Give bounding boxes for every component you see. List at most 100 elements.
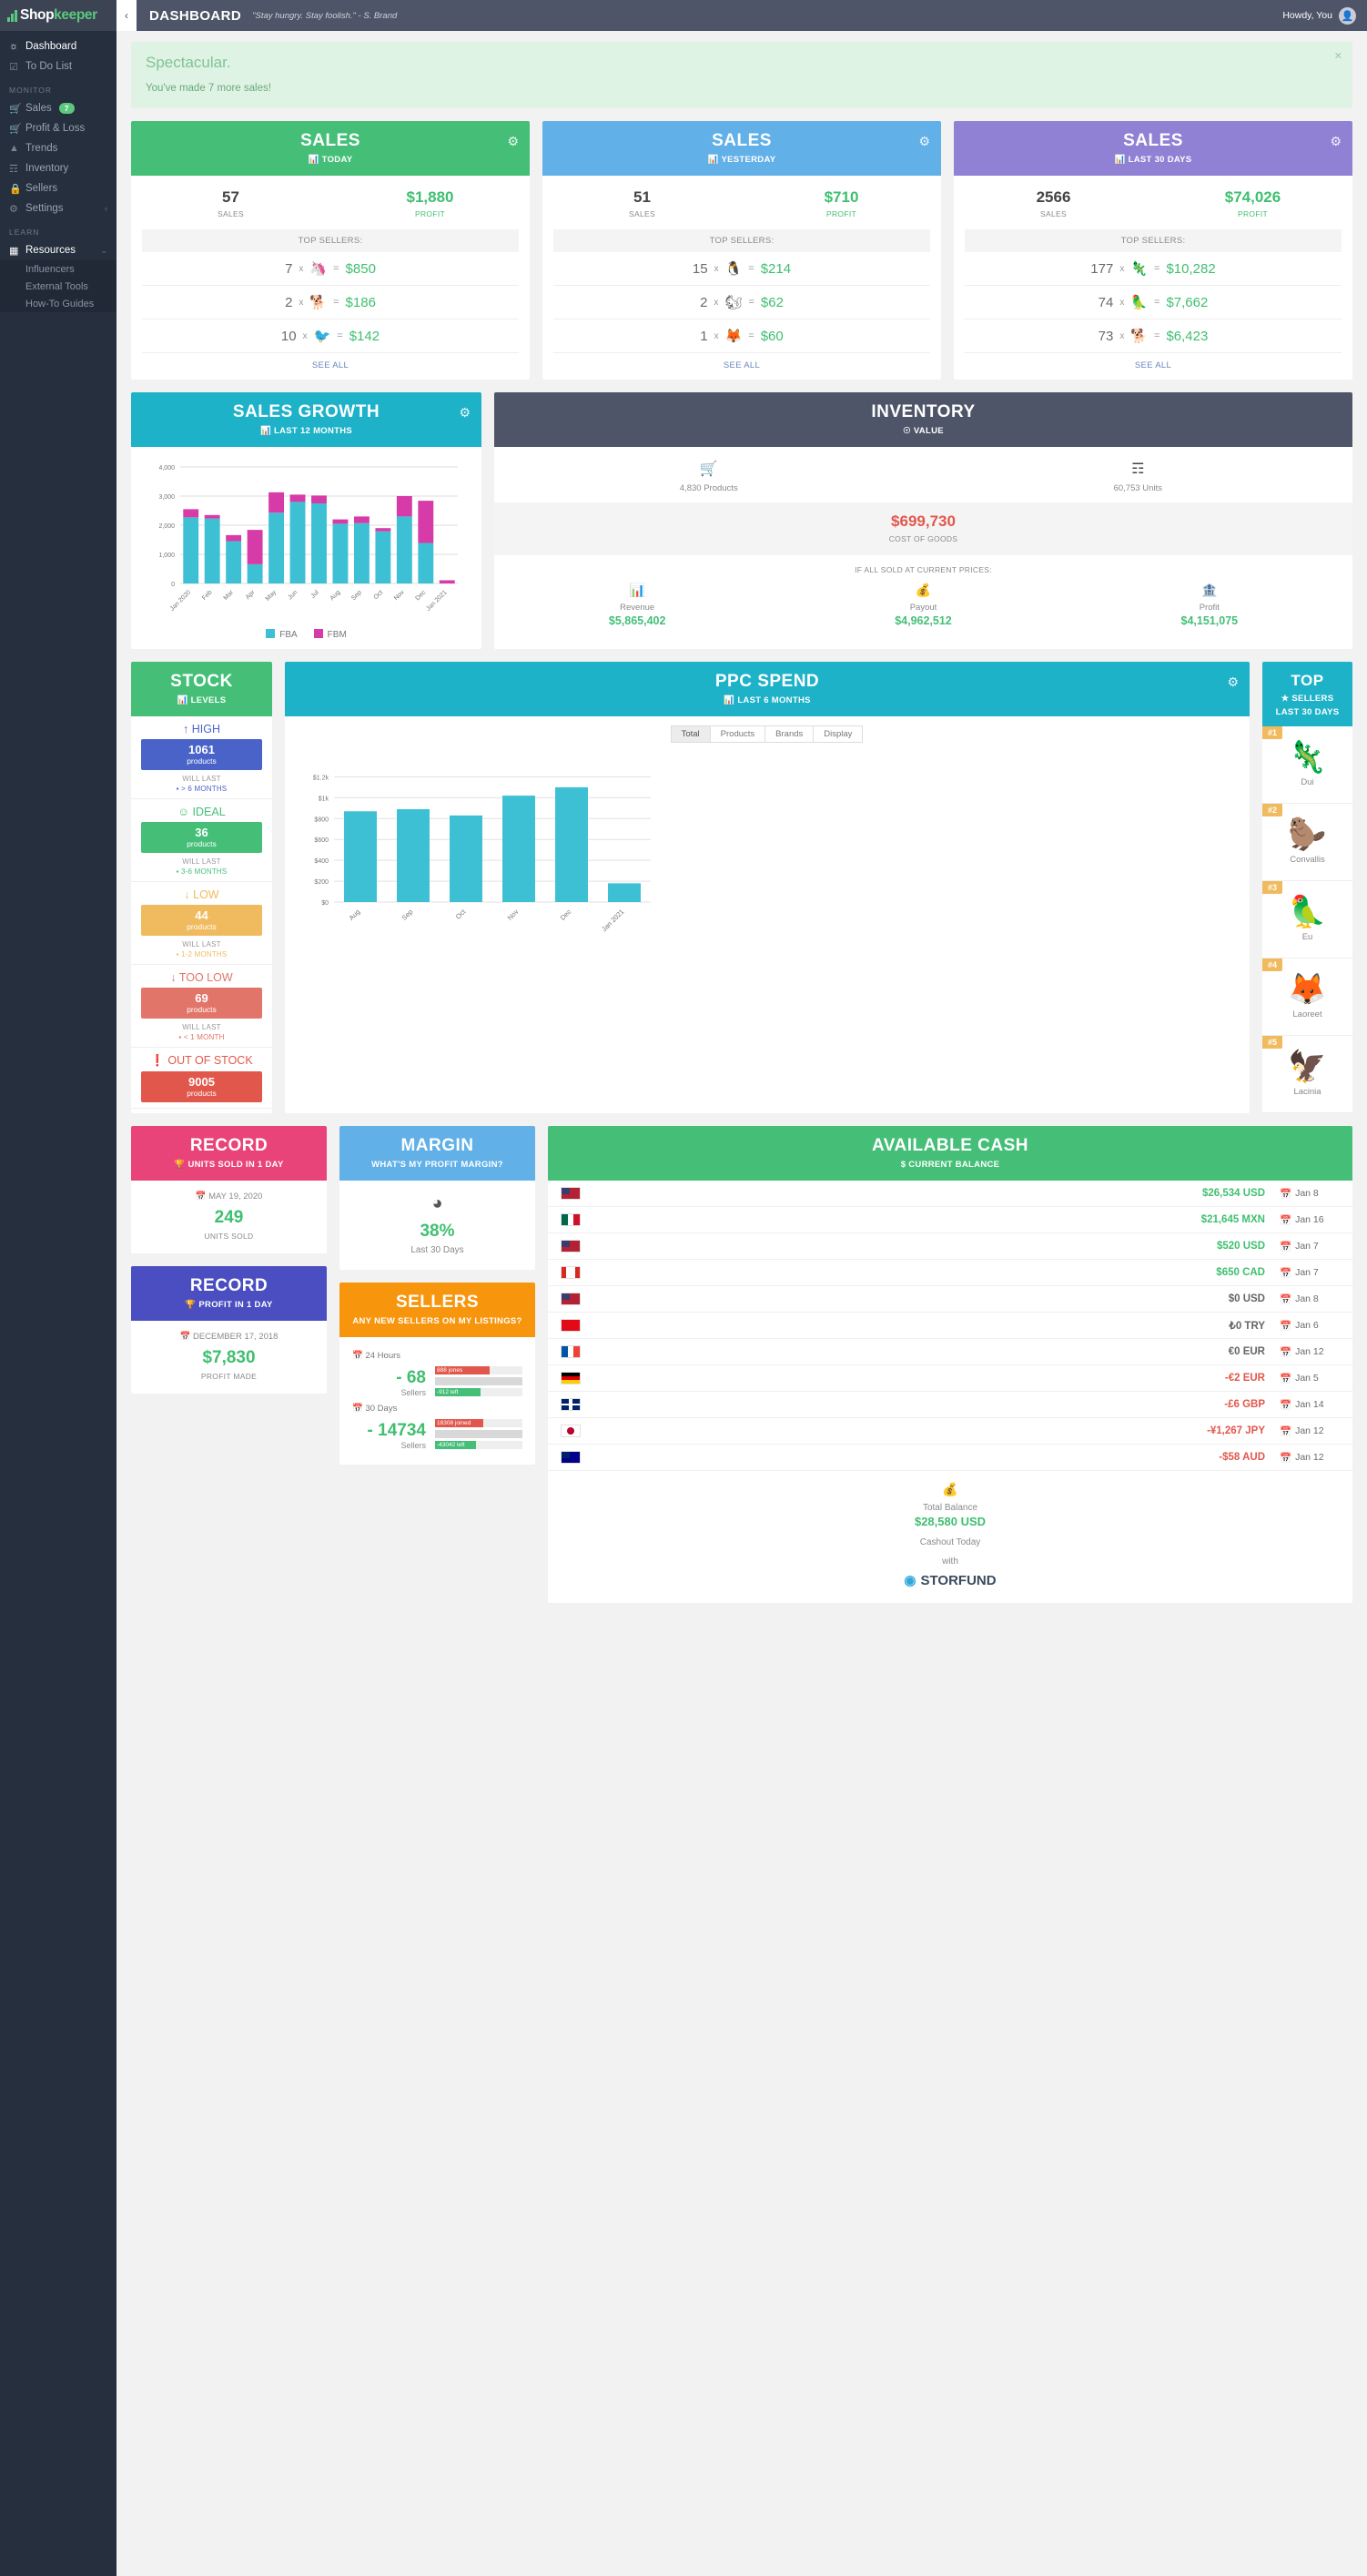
top-seller-row[interactable]: 73 x 🐕 = $6,423 [965, 319, 1342, 353]
top-seller-item[interactable]: #5 🦅 Lacinia [1262, 1036, 1352, 1113]
gear-icon[interactable]: ⚙ [918, 134, 930, 149]
top-seller-item[interactable]: #2 🦫 Convallis [1262, 804, 1352, 881]
stock-item-low[interactable]: ↓ LOW 44 products WILL LAST ▪ 1-2 MONTHS [131, 882, 272, 965]
cash-row[interactable]: -£6 GBP 📅 Jan 14 [548, 1392, 1352, 1418]
sidebar-item-sellers[interactable]: 🔒 Sellers [0, 178, 116, 198]
top-seller-row[interactable]: 7 x 🦄 = $850 [142, 252, 519, 286]
chevron-down-icon[interactable]: ⌄ [100, 246, 107, 256]
rank-badge: #1 [1262, 726, 1283, 739]
gear-icon[interactable]: ⚙ [507, 134, 519, 149]
svg-text:Mar: Mar [223, 589, 236, 602]
storfund-logo-icon[interactable]: ◉ STORFUND [548, 1572, 1352, 1589]
brand-logo-area[interactable]: Shopkeeper [0, 0, 116, 31]
stock-items: ↑ HIGH 1061 products WILL LAST ▪ > 6 MONT… [131, 716, 272, 1109]
see-all-link[interactable]: SEE ALL [131, 353, 530, 380]
stock-item-high[interactable]: ↑ HIGH 1061 products WILL LAST ▪ > 6 MONT… [131, 716, 272, 799]
cash-row[interactable]: $520 USD 📅 Jan 7 [548, 1233, 1352, 1260]
product-emoji-icon: 🦅 [1288, 1050, 1327, 1084]
legend-item[interactable]: FBA [266, 629, 298, 640]
sidebar-item-how-to-guides[interactable]: How-To Guides [0, 295, 116, 312]
gear-icon[interactable]: ⚙ [1330, 134, 1342, 149]
cost-label: COST OF GOODS [888, 534, 958, 543]
cash-row[interactable]: $0 USD 📅 Jan 8 [548, 1286, 1352, 1313]
top-seller-row[interactable]: 2 x 🐕 = $186 [142, 286, 519, 319]
sidebar-group-learn: LEARN [9, 228, 40, 237]
avatar[interactable]: 👤 [1339, 6, 1356, 25]
ppc-tab-products[interactable]: Products [709, 725, 766, 743]
seller-bar: -912 left [435, 1388, 522, 1396]
stock-item-too-low[interactable]: ↓ TOO LOW 69 products WILL LAST ▪ < 1 MON… [131, 965, 272, 1048]
card-title: RECORD [189, 1276, 268, 1295]
sidebar-item-settings[interactable]: ⚙ Settings ‹ [0, 198, 116, 218]
card-title: AVAILABLE CASH [871, 1136, 1029, 1155]
sellers-delta: - 68 Sellers [352, 1368, 426, 1397]
stock-item-out-of-stock[interactable]: ❗ OUT OF STOCK 9005 products [131, 1048, 272, 1109]
sidebar-item-label: Inventory [25, 163, 69, 174]
product-emoji-icon: 🦜 [1288, 895, 1327, 929]
sales-kpis: 2566 SALES $74,026 PROFIT [954, 176, 1352, 229]
gear-icon[interactable]: ⚙ [459, 405, 471, 421]
chevron-left-icon[interactable]: ‹ [105, 204, 107, 213]
brand-word-2: keeper [54, 7, 97, 23]
top-seller-item[interactable]: #1 🦎 Dui [1262, 726, 1352, 804]
see-all-link[interactable]: SEE ALL [542, 353, 941, 380]
top-seller-row[interactable]: 1 x 🦊 = $60 [553, 319, 930, 353]
svg-text:$0: $0 [321, 900, 329, 907]
sidebar-item-influencers[interactable]: Influencers [0, 260, 116, 278]
sidebar-item-resources[interactable]: ▦ Resources ⌄ [0, 240, 116, 260]
sidebar-collapse-button[interactable]: ‹ [116, 0, 137, 31]
calendar-icon: 📅 [1280, 1399, 1292, 1411]
sidebar-item-sales[interactable]: 🛒 Sales 7 [0, 98, 116, 118]
stock-item-ideal[interactable]: ☺ IDEAL 36 products WILL LAST ▪ 3-6 MONTH… [131, 799, 272, 882]
card-title: SELLERS [395, 1293, 480, 1312]
sales-growth-chart: 0 1,000 2,000 3,000 4,000 Jan 2020 Feb Mar Apr Ma… [131, 447, 481, 649]
cash-row[interactable]: -€2 EUR 📅 Jan 5 [548, 1365, 1352, 1392]
rank-badge: #2 [1262, 804, 1283, 816]
stock-item-count: 9005 [188, 1075, 215, 1089]
stock-item-bar: 44 products [141, 905, 262, 936]
top-seller-item[interactable]: #4 🦊 Laoreet [1262, 958, 1352, 1036]
profit-label: PROFIT [826, 209, 856, 218]
sidebar-item-dashboard[interactable]: ☼ Dashboard [0, 36, 116, 56]
sellers-unit: Sellers [400, 1388, 426, 1397]
cash-date: 📅 Jan 7 [1280, 1267, 1319, 1279]
inventory-card: INVENTORY ☉ VALUE 🛒 4,830 Products ☶ 60,… [494, 392, 1352, 649]
svg-text:Dec: Dec [414, 589, 427, 602]
ppc-tab-display[interactable]: Display [813, 725, 864, 743]
ppc-tab-total[interactable]: Total [670, 725, 711, 743]
cash-row[interactable]: €0 EUR 📅 Jan 12 [548, 1339, 1352, 1365]
card-header: STOCK 📊 LEVELS [131, 662, 272, 716]
product-emoji-icon: 🐦 [313, 329, 331, 344]
top-seller-row[interactable]: 15 x 🐧 = $214 [553, 252, 930, 286]
legend-item[interactable]: FBM [313, 629, 347, 640]
user-menu[interactable]: Howdy, You 👤 [1282, 6, 1356, 25]
ppc-tab-brands[interactable]: Brands [765, 725, 815, 743]
see-all-link[interactable]: SEE ALL [954, 353, 1352, 380]
top-seller-item[interactable]: #3 🦜 Eu [1262, 881, 1352, 958]
card-header: TOP ★ SELLERS LAST 30 DAYS [1262, 662, 1352, 726]
top-seller-row[interactable]: 74 x 🦜 = $7,662 [965, 286, 1342, 319]
close-icon[interactable]: ✕ [1334, 50, 1342, 62]
cash-row[interactable]: $650 CAD 📅 Jan 7 [548, 1260, 1352, 1286]
sidebar-item-profit-loss[interactable]: 🛒 Profit & Loss [0, 118, 116, 138]
seller-qty: 7 [285, 260, 293, 277]
svg-text:Oct: Oct [373, 589, 385, 601]
cash-row[interactable]: ₺0 TRY 📅 Jan 6 [548, 1313, 1352, 1339]
top-seller-row[interactable]: 2 x 🐿 = $62 [553, 286, 930, 319]
cash-row[interactable]: -$58 AUD 📅 Jan 12 [548, 1445, 1352, 1471]
cash-row[interactable]: $21,645 MXN 📅 Jan 16 [548, 1207, 1352, 1233]
top-seller-row[interactable]: 177 x 🦎 = $10,282 [965, 252, 1342, 286]
stock-item-unit: products [187, 922, 217, 931]
sidebar-item-inventory[interactable]: ☶ Inventory [0, 158, 116, 178]
cash-row[interactable]: -¥1,267 JPY 📅 Jan 12 [548, 1418, 1352, 1445]
seller-bar-label: -43042 left [437, 1442, 465, 1448]
top-seller-row[interactable]: 10 x 🐦 = $142 [142, 319, 519, 353]
sellers-group: 📅 30 Days - 14734 Sellers 18308 joined -43… [352, 1404, 522, 1452]
gear-icon[interactable]: ⚙ [1227, 674, 1239, 690]
times-symbol: x [299, 263, 304, 274]
sidebar-item-external-tools[interactable]: External Tools [0, 278, 116, 295]
sidebar-item-trends[interactable]: ▲ Trends [0, 138, 116, 158]
sellers-delta: - 14734 Sellers [352, 1421, 426, 1450]
cash-row[interactable]: $26,534 USD 📅 Jan 8 [548, 1181, 1352, 1207]
sidebar-item-todo[interactable]: ☑ To Do List [0, 56, 116, 76]
